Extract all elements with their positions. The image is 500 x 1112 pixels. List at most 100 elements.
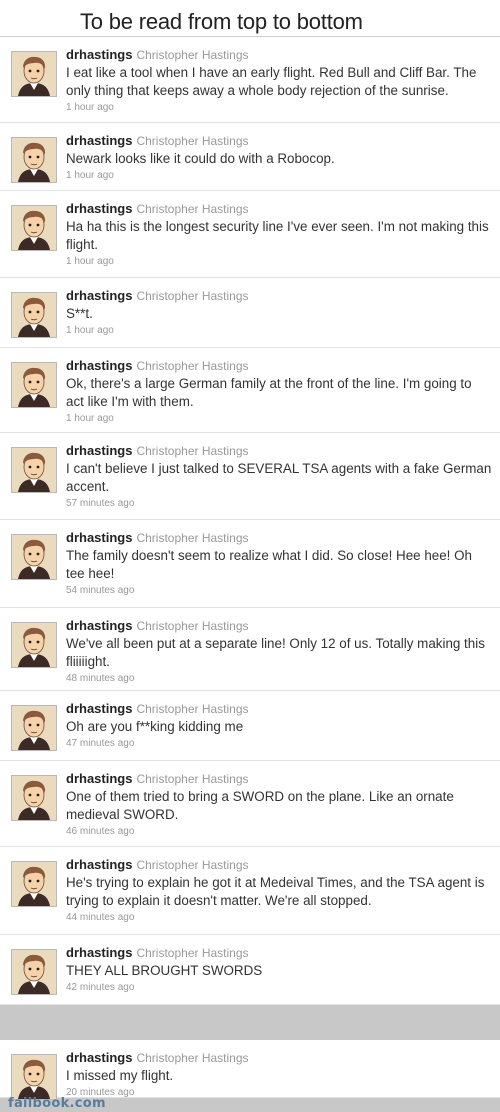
tweet-author: drhastings Christopher Hastings [66, 701, 492, 717]
tweet-text: The family doesn't seem to realize what … [66, 548, 472, 581]
username-link[interactable]: drhastings [66, 771, 132, 786]
page-title: To be read from top to bottom [80, 9, 363, 34]
username-link[interactable]: drhastings [66, 443, 132, 458]
tweet-item: drhastings Christopher Hastings I can't be… [0, 433, 500, 520]
tweet-item: drhastings Christopher Hastings He's tryin… [0, 847, 500, 935]
tweet-timestamp[interactable]: 1 hour ago [66, 325, 492, 337]
tweet-timestamp[interactable]: 47 minutes ago [66, 738, 492, 750]
user-fullname: Christopher Hastings [136, 702, 249, 716]
username-link[interactable]: drhastings [66, 857, 132, 872]
tweet-timestamp[interactable]: 57 minutes ago [66, 498, 492, 510]
tweet-author: drhastings Christopher Hastings [66, 857, 492, 873]
tweet-timestamp[interactable]: 1 hour ago [66, 413, 492, 425]
tweet-item: drhastings Christopher Hastings The family… [0, 520, 500, 608]
tweet-item: drhastings Christopher Hastings Ok, there'… [0, 348, 500, 433]
tweet-author: drhastings Christopher Hastings [66, 618, 492, 634]
tweet-text: I can't believe I just talked to SEVERAL… [66, 461, 492, 494]
username-link[interactable]: drhastings [66, 530, 132, 545]
tweet-feed: drhastings Christopher Hastings I eat like… [0, 37, 500, 1100]
tweet-timestamp[interactable]: 54 minutes ago [66, 585, 492, 597]
tweet-author: drhastings Christopher Hastings [66, 358, 492, 374]
tweet-author: drhastings Christopher Hastings [66, 771, 492, 787]
avatar[interactable] [11, 137, 57, 183]
tweet-timestamp[interactable]: 1 hour ago [66, 170, 492, 182]
tweet-item: drhastings Christopher Hastings I eat like… [0, 37, 500, 123]
user-fullname: Christopher Hastings [136, 1051, 249, 1065]
tweet-content: drhastings Christopher Hastings Newark loo… [66, 133, 492, 182]
user-fullname: Christopher Hastings [136, 134, 249, 148]
user-fullname: Christopher Hastings [136, 289, 249, 303]
tweet-item: drhastings Christopher Hastings THEY ALL B… [0, 935, 500, 1005]
user-fullname: Christopher Hastings [136, 444, 249, 458]
user-fullname: Christopher Hastings [136, 619, 249, 633]
tweet-content: drhastings Christopher Hastings Ha ha this… [66, 201, 492, 268]
user-fullname: Christopher Hastings [136, 772, 249, 786]
avatar[interactable] [11, 861, 57, 907]
tweet-item: drhastings Christopher Hastings We've all … [0, 608, 500, 691]
watermark-logo: failbook.com [8, 1096, 106, 1111]
avatar[interactable] [11, 705, 57, 751]
tweet-author: drhastings Christopher Hastings [66, 1050, 492, 1066]
tweet-author: drhastings Christopher Hastings [66, 133, 492, 149]
avatar[interactable] [11, 775, 57, 821]
tweet-author: drhastings Christopher Hastings [66, 530, 492, 546]
tweet-item: drhastings Christopher Hastings One of the… [0, 761, 500, 847]
tweet-author: drhastings Christopher Hastings [66, 288, 492, 304]
avatar[interactable] [11, 534, 57, 580]
avatar[interactable] [11, 205, 57, 251]
tweet-content: drhastings Christopher Hastings We've all … [66, 618, 492, 685]
avatar[interactable] [11, 51, 57, 97]
tweet-author: drhastings Christopher Hastings [66, 443, 492, 459]
user-fullname: Christopher Hastings [136, 531, 249, 545]
username-link[interactable]: drhastings [66, 618, 132, 633]
username-link[interactable]: drhastings [66, 201, 132, 216]
tweet-timestamp[interactable]: 1 hour ago [66, 256, 492, 268]
username-link[interactable]: drhastings [66, 1050, 132, 1065]
user-fullname: Christopher Hastings [136, 858, 249, 872]
tweet-text: I missed my flight. [66, 1068, 174, 1083]
username-link[interactable]: drhastings [66, 945, 132, 960]
tweet-content: drhastings Christopher Hastings Oh are you… [66, 701, 492, 750]
tweet-text: Oh are you f**king kidding me [66, 719, 244, 734]
avatar[interactable] [11, 1054, 57, 1100]
tweet-item: drhastings Christopher Hastings Newark loo… [0, 123, 500, 191]
tweet-author: drhastings Christopher Hastings [66, 945, 492, 961]
tweet-author: drhastings Christopher Hastings [66, 47, 492, 63]
tweet-timestamp[interactable]: 42 minutes ago [66, 982, 492, 994]
tweet-timestamp[interactable]: 44 minutes ago [66, 912, 492, 924]
username-link[interactable]: drhastings [66, 701, 132, 716]
avatar[interactable] [11, 362, 57, 408]
tweet-content: drhastings Christopher Hastings The family… [66, 530, 492, 597]
watermark: failbook.com [0, 1096, 500, 1112]
tweet-text: One of them tried to bring a SWORD on th… [66, 789, 454, 822]
username-link[interactable]: drhastings [66, 133, 132, 148]
tweet-content: drhastings Christopher Hastings He's tryin… [66, 857, 492, 924]
user-fullname: Christopher Hastings [136, 946, 249, 960]
username-link[interactable]: drhastings [66, 288, 132, 303]
tweet-content: drhastings Christopher Hastings I missed m… [66, 1050, 492, 1099]
tweet-timestamp[interactable]: 48 minutes ago [66, 673, 492, 685]
user-fullname: Christopher Hastings [136, 359, 249, 373]
tweet-timestamp[interactable]: 46 minutes ago [66, 826, 492, 838]
tweet-text: Ha ha this is the longest security line … [66, 219, 489, 252]
avatar[interactable] [11, 949, 57, 995]
tweet-content: drhastings Christopher Hastings One of the… [66, 771, 492, 838]
tweet-text: He's trying to explain he got it at Mede… [66, 875, 485, 908]
tweet-text: I eat like a tool when I have an early f… [66, 65, 477, 98]
tweet-item: drhastings Christopher Hastings Ha ha this… [0, 191, 500, 278]
avatar[interactable] [11, 447, 57, 493]
tweet-content: drhastings Christopher Hastings THEY ALL B… [66, 945, 492, 994]
avatar[interactable] [11, 292, 57, 338]
user-fullname: Christopher Hastings [136, 202, 249, 216]
tweet-content: drhastings Christopher Hastings Ok, there'… [66, 358, 492, 425]
username-link[interactable]: drhastings [66, 358, 132, 373]
tweet-author: drhastings Christopher Hastings [66, 201, 492, 217]
username-link[interactable]: drhastings [66, 47, 132, 62]
tweet-item: drhastings Christopher Hastings I missed m… [0, 1040, 500, 1100]
tweet-timestamp[interactable]: 1 hour ago [66, 102, 492, 114]
feed-gap [0, 1005, 500, 1040]
avatar[interactable] [11, 622, 57, 668]
tweet-item: drhastings Christopher Hastings S**t. 1 hou… [0, 278, 500, 348]
tweet-text: S**t. [66, 306, 93, 321]
tweet-text: Newark looks like it could do with a Rob… [66, 151, 335, 166]
